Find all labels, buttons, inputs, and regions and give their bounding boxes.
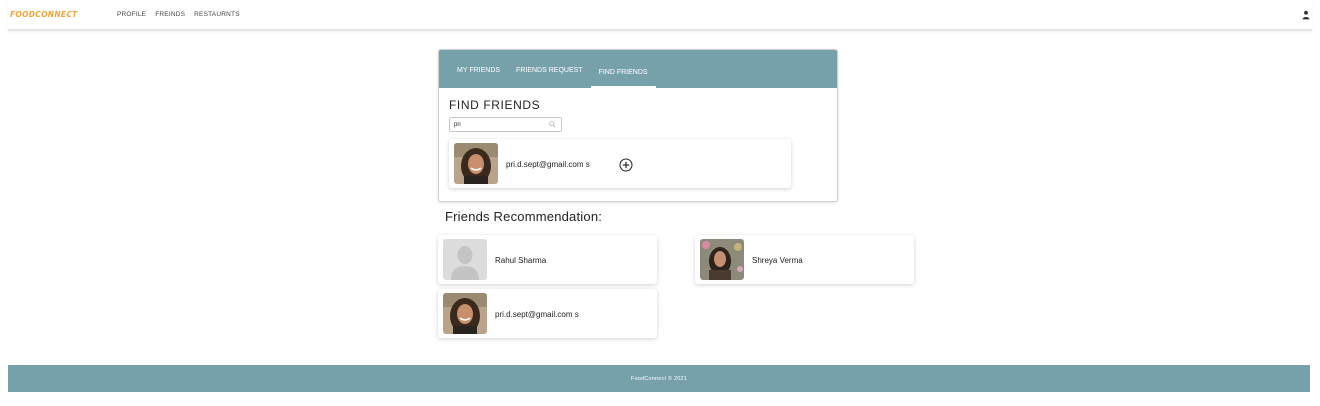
recommendation-avatar [443, 239, 487, 280]
search-result-card: pri.d.sept@gmail.com s [449, 139, 791, 188]
recommendation-card[interactable]: Rahul Sharma [438, 235, 657, 284]
recommendation-card[interactable]: Shreya Verma [695, 235, 914, 284]
woman-photo-icon [700, 239, 744, 280]
recommendation-card[interactable]: pri.d.sept@gmail.com s [438, 289, 657, 338]
search-box [449, 117, 562, 132]
user-icon[interactable] [1302, 10, 1310, 20]
search-input[interactable] [450, 118, 545, 131]
recommendation-name: Shreya Verma [752, 256, 803, 265]
result-avatar [454, 143, 498, 184]
woman-photo-icon [454, 143, 498, 184]
tab-my-friends[interactable]: MY FRIENDS [449, 67, 508, 88]
nav-link-restaurants[interactable]: RESTAURNTS [194, 11, 240, 18]
add-circle-icon[interactable] [619, 158, 633, 172]
find-friends-heading: FIND FRIENDS [449, 98, 541, 112]
recommendation-name: Rahul Sharma [495, 256, 547, 265]
woman-photo-icon [443, 293, 487, 334]
person-placeholder-icon [443, 239, 487, 280]
recommendation-avatar [443, 293, 487, 334]
tab-find-friends[interactable]: FIND FRIENDS [590, 69, 656, 88]
recommendation-name: pri.d.sept@gmail.com s [495, 310, 579, 319]
recommendations-heading: Friends Recommendation: [445, 209, 603, 224]
footer-copyright: FoodConnect © 2021 [631, 375, 687, 382]
nav-links: PROFILE FREINDS RESTAURNTS [117, 11, 240, 18]
page: FOODCONNECT PROFILE FREINDS RESTAURNTS M… [0, 0, 1320, 406]
tab-friends-request[interactable]: FRIENDS REQUEST [508, 67, 591, 88]
recommendation-avatar [700, 239, 744, 280]
search-icon[interactable] [549, 121, 556, 128]
friends-tabs: MY FRIENDS FRIENDS REQUEST FIND FRIENDS [439, 50, 837, 88]
footer: FoodConnect © 2021 [8, 365, 1310, 392]
find-friends-card: MY FRIENDS FRIENDS REQUEST FIND FRIENDS … [438, 49, 838, 202]
result-name: pri.d.sept@gmail.com s [506, 160, 590, 169]
nav-link-friends[interactable]: FREINDS [155, 11, 185, 18]
top-navbar: FOODCONNECT PROFILE FREINDS RESTAURNTS [8, 0, 1312, 31]
nav-link-profile[interactable]: PROFILE [117, 11, 146, 18]
brand-logo[interactable]: FOODCONNECT [10, 10, 78, 19]
